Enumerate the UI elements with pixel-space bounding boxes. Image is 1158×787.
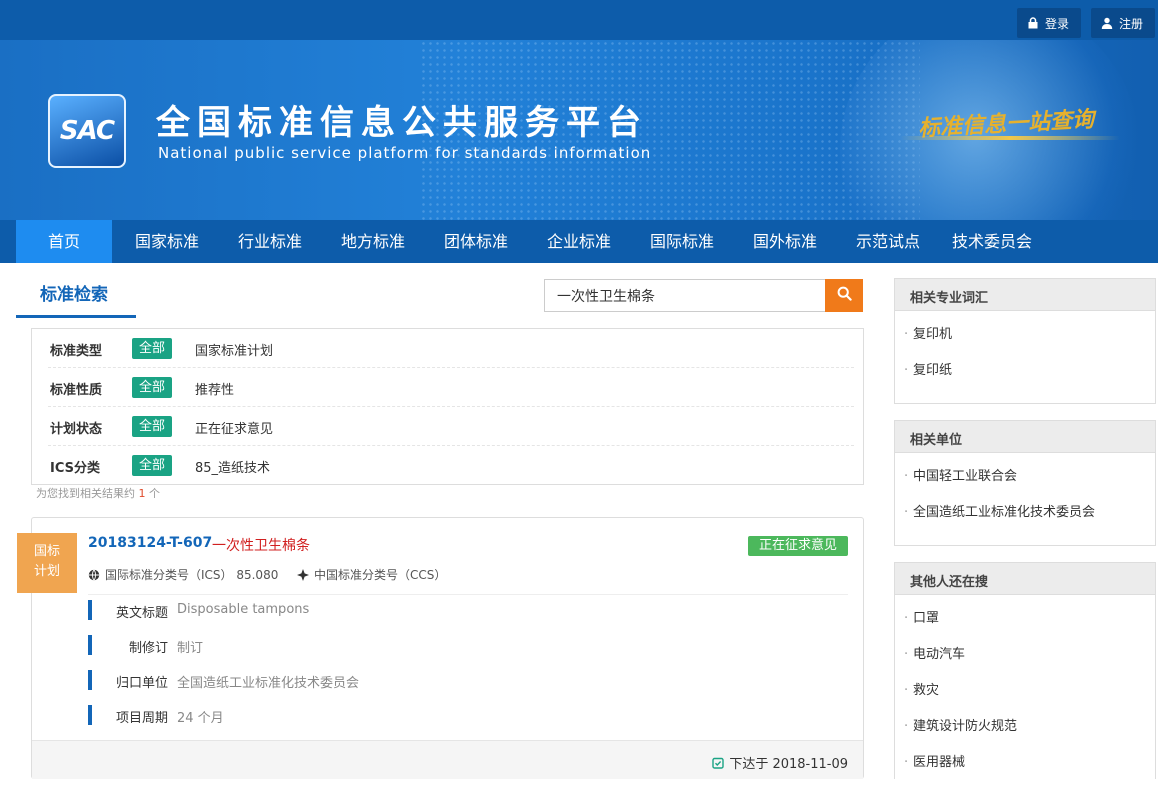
results-summary: 为您找到相关结果约 1 个 bbox=[36, 485, 160, 501]
related-term-item[interactable]: 复印纸 bbox=[895, 353, 1155, 389]
filter-all-tag[interactable]: 全部 bbox=[132, 377, 172, 398]
detail-key: 制修订 bbox=[128, 641, 168, 656]
filter-all-tag[interactable]: 全部 bbox=[132, 338, 172, 359]
search-button[interactable] bbox=[825, 279, 863, 312]
others-searching-item[interactable]: 救灾 bbox=[895, 673, 1155, 709]
crosshair-icon bbox=[297, 568, 309, 581]
nav-item-national[interactable]: 国家标准 bbox=[119, 220, 215, 263]
filter-value[interactable]: 推荐性 bbox=[195, 379, 234, 398]
result-code-link[interactable]: 20183124-T-607 bbox=[88, 535, 212, 551]
ribbon-line-1: 国标 bbox=[33, 544, 60, 559]
detail-row: 归口单位 全国造纸工业标准化技术委员会 bbox=[88, 670, 588, 691]
result-type-ribbon: 国标 计划 bbox=[17, 533, 77, 593]
login-button[interactable]: 登录 bbox=[1017, 8, 1081, 38]
nav-item-committee[interactable]: 技术委员会 bbox=[940, 220, 1044, 263]
lock-icon bbox=[1027, 17, 1039, 29]
filter-panel: 标准类型 全部 国家标准计划 标准性质 全部 推荐性 计划状态 全部 正在征求意… bbox=[31, 328, 864, 485]
related-terms-title: 相关专业词汇 bbox=[895, 279, 1155, 311]
search-tab-label: 标准检索 bbox=[40, 285, 108, 305]
main-nav: 首页 国家标准 行业标准 地方标准 团体标准 企业标准 国际标准 国外标准 示范… bbox=[0, 220, 1158, 263]
top-bar: 登录 注册 bbox=[0, 0, 1158, 40]
result-ics: 国际标准分类号（ICS） 85.080 bbox=[88, 566, 278, 583]
issued-date-text: 下达于 2018-11-09 bbox=[729, 757, 848, 772]
result-name-link[interactable]: 一次性卫生棉条 bbox=[212, 535, 310, 555]
result-footer: 下达于 2018-11-09 bbox=[32, 740, 863, 779]
register-button[interactable]: 注册 bbox=[1091, 8, 1155, 38]
detail-key: 项目周期 bbox=[115, 711, 168, 726]
ribbon-line-2: 计划 bbox=[33, 564, 60, 579]
result-ics-text: 国际标准分类号（ICS） 85.080 bbox=[105, 568, 279, 582]
filter-value[interactable]: 正在征求意见 bbox=[195, 418, 273, 437]
nav-item-international[interactable]: 国际标准 bbox=[634, 220, 730, 263]
detail-key: 归口单位 bbox=[115, 676, 168, 691]
slogan-underline bbox=[900, 136, 1120, 140]
filter-value[interactable]: 国家标准计划 bbox=[195, 340, 273, 359]
filter-all-tag[interactable]: 全部 bbox=[132, 455, 172, 476]
detail-value: 24 个月 bbox=[177, 711, 224, 726]
search-icon bbox=[837, 286, 852, 305]
detail-row: 项目周期 24 个月 bbox=[88, 705, 588, 726]
others-searching-title: 其他人还在搜 bbox=[895, 563, 1155, 595]
filter-label: 计划状态 bbox=[50, 422, 103, 437]
others-searching-item[interactable]: 电动汽车 bbox=[895, 637, 1155, 673]
related-terms-panel: 相关专业词汇 复印机 复印纸 bbox=[894, 278, 1156, 404]
register-label: 注册 bbox=[1119, 16, 1144, 31]
related-term-item[interactable]: 复印机 bbox=[895, 317, 1155, 353]
header-banner: SAC 全国标准信息公共服务平台 National public service… bbox=[0, 40, 1158, 220]
logo-text: SAC bbox=[59, 116, 115, 146]
filter-row: 计划状态 全部 正在征求意见 bbox=[48, 407, 854, 446]
filter-row: 标准类型 全部 国家标准计划 bbox=[48, 329, 854, 368]
nav-item-foreign[interactable]: 国外标准 bbox=[737, 220, 833, 263]
related-units-title: 相关单位 bbox=[895, 421, 1155, 453]
calendar-check-icon bbox=[712, 757, 725, 769]
others-searching-item[interactable]: 建筑设计防火规范 bbox=[895, 709, 1155, 745]
status-badge: 正在征求意见 bbox=[748, 536, 848, 556]
others-searching-item[interactable]: 口罩 bbox=[895, 601, 1155, 637]
results-summary-prefix: 为您找到相关结果约 bbox=[36, 487, 135, 500]
filter-row: 标准性质 全部 推荐性 bbox=[48, 368, 854, 407]
others-searching-panel: 其他人还在搜 口罩 电动汽车 救灾 建筑设计防火规范 医用器械 bbox=[894, 562, 1156, 781]
site-title: 全国标准信息公共服务平台 bbox=[156, 103, 648, 143]
detail-marker bbox=[88, 705, 92, 725]
nav-item-industry[interactable]: 行业标准 bbox=[222, 220, 318, 263]
detail-value: Disposable tampons bbox=[177, 602, 310, 617]
detail-marker bbox=[88, 635, 92, 655]
nav-item-group[interactable]: 团体标准 bbox=[428, 220, 524, 263]
result-divider bbox=[88, 594, 848, 595]
search-input[interactable] bbox=[544, 279, 826, 312]
issued-date: 下达于 2018-11-09 bbox=[712, 753, 848, 772]
result-ccs-text: 中国标准分类号（CCS） bbox=[314, 568, 447, 582]
filter-label: 标准类型 bbox=[50, 344, 103, 359]
related-unit-item[interactable]: 中国轻工业联合会 bbox=[895, 459, 1155, 495]
nav-item-pilot[interactable]: 示范试点 bbox=[840, 220, 936, 263]
sac-logo[interactable]: SAC bbox=[48, 94, 126, 168]
login-label: 登录 bbox=[1045, 16, 1070, 31]
others-searching-item[interactable]: 医用器械 bbox=[895, 745, 1155, 781]
detail-value: 全国造纸工业标准化技术委员会 bbox=[177, 676, 360, 691]
filter-label: ICS分类 bbox=[50, 461, 100, 476]
nav-item-enterprise[interactable]: 企业标准 bbox=[531, 220, 627, 263]
results-count: 1 bbox=[138, 487, 146, 500]
site-subtitle: National public service platform for sta… bbox=[158, 144, 652, 162]
filter-label: 标准性质 bbox=[50, 383, 103, 398]
related-unit-item[interactable]: 全国造纸工业标准化技术委员会 bbox=[895, 495, 1155, 531]
filter-row: ICS分类 全部 85_造纸技术 bbox=[48, 446, 854, 485]
detail-row: 英文标题 Disposable tampons bbox=[88, 600, 588, 621]
detail-marker bbox=[88, 670, 92, 690]
filter-all-tag[interactable]: 全部 bbox=[132, 416, 172, 437]
results-summary-suffix: 个 bbox=[149, 487, 160, 500]
search-tab[interactable]: 标准检索 bbox=[16, 268, 136, 318]
nav-item-home[interactable]: 首页 bbox=[16, 220, 112, 263]
detail-marker bbox=[88, 600, 92, 620]
detail-value: 制订 bbox=[177, 641, 204, 656]
detail-key: 英文标题 bbox=[115, 606, 168, 621]
result-ccs: 中国标准分类号（CCS） bbox=[297, 566, 446, 583]
globe-icon bbox=[88, 569, 100, 580]
detail-row: 制修订 制订 bbox=[88, 635, 588, 656]
filter-value[interactable]: 85_造纸技术 bbox=[195, 457, 270, 476]
related-units-panel: 相关单位 中国轻工业联合会 全国造纸工业标准化技术委员会 bbox=[894, 420, 1156, 546]
user-icon bbox=[1101, 17, 1113, 29]
nav-item-local[interactable]: 地方标准 bbox=[325, 220, 421, 263]
